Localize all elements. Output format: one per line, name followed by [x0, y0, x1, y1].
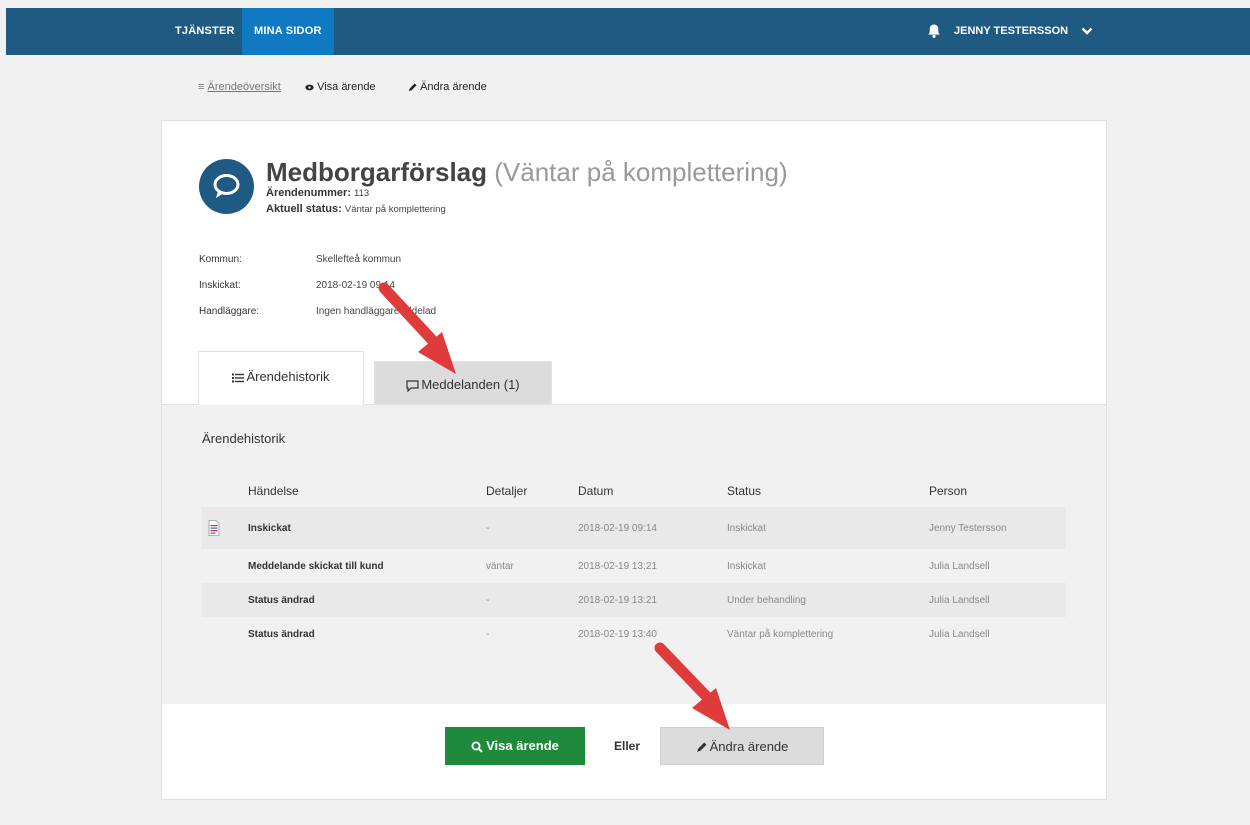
table-row: Meddelande skickat till kund väntar 2018…	[202, 549, 1066, 583]
nav-mina-sidor[interactable]: MINA SIDOR	[242, 8, 334, 55]
current-status: Aktuell status: Väntar på komplettering	[266, 203, 446, 215]
pencil-icon	[408, 83, 417, 91]
table-row: Status ändrad - 2018-02-19 13:40 Väntar …	[202, 617, 1066, 651]
case-number: Ärendenummer: 113	[266, 187, 370, 199]
table-row: Status ändrad - 2018-02-19 13:21 Under b…	[202, 583, 1066, 617]
column-header: Händelse	[248, 484, 299, 498]
breadcrumb-overview-link[interactable]: ≡ Ärendeöversikt	[198, 81, 281, 93]
tab-messages[interactable]: Meddelanden (1)	[374, 361, 552, 404]
info-label-handlaggare: Handläggare:	[199, 306, 260, 317]
breadcrumb-edit-link[interactable]: Ändra ärende	[408, 81, 487, 93]
document-icon[interactable]	[208, 520, 220, 536]
edit-case-button[interactable]: Ändra ärende	[660, 727, 824, 765]
pencil-icon	[696, 742, 707, 752]
history-panel: Ärendehistorik Händelse Detaljer Datum S…	[162, 404, 1106, 704]
user-menu[interactable]: JENNY TESTERSSON	[954, 8, 1068, 55]
bell-icon[interactable]	[926, 23, 942, 39]
info-value-kommun: Skellefteå kommun	[316, 254, 402, 265]
nav-tjanster[interactable]: TJÄNSTER	[163, 8, 247, 55]
view-case-button[interactable]: Visa ärende	[445, 727, 585, 765]
column-header: Datum	[578, 484, 614, 498]
tab-history[interactable]: Ärendehistorik	[198, 351, 364, 405]
comment-icon	[406, 379, 419, 393]
speech-bubble-icon	[199, 159, 254, 214]
column-header: Detaljer	[486, 484, 528, 498]
case-card: Medborgarförslag (Väntar på kompletterin…	[161, 120, 1107, 800]
search-icon	[471, 741, 483, 753]
info-value-handlaggare: Ingen handläggare tilldelad	[316, 306, 437, 317]
list-icon	[232, 373, 245, 383]
chevron-down-icon[interactable]	[1081, 26, 1093, 36]
info-label-inskickat: Inskickat:	[199, 280, 241, 291]
eye-icon	[305, 84, 314, 90]
or-label: Eller	[614, 739, 641, 753]
table-header-row: Händelse Detaljer Datum Status Person	[202, 475, 1066, 507]
table-row: Inskickat - 2018-02-19 09:14 Inskickat J…	[202, 507, 1066, 549]
info-label-kommun: Kommun:	[199, 254, 242, 265]
page-title: Medborgarförslag (Väntar på kompletterin…	[266, 157, 788, 187]
history-table: Händelse Detaljer Datum Status Person In…	[202, 475, 1066, 651]
column-header: Status	[727, 484, 762, 498]
top-navigation-bar: TJÄNSTER MINA SIDOR JENNY TESTERSSON	[6, 8, 1250, 55]
breadcrumb-view-link[interactable]: Visa ärende	[305, 81, 376, 93]
history-title: Ärendehistorik	[202, 431, 286, 446]
column-header: Person	[929, 484, 968, 498]
info-value-inskickat: 2018-02-19 09:14	[316, 280, 395, 291]
